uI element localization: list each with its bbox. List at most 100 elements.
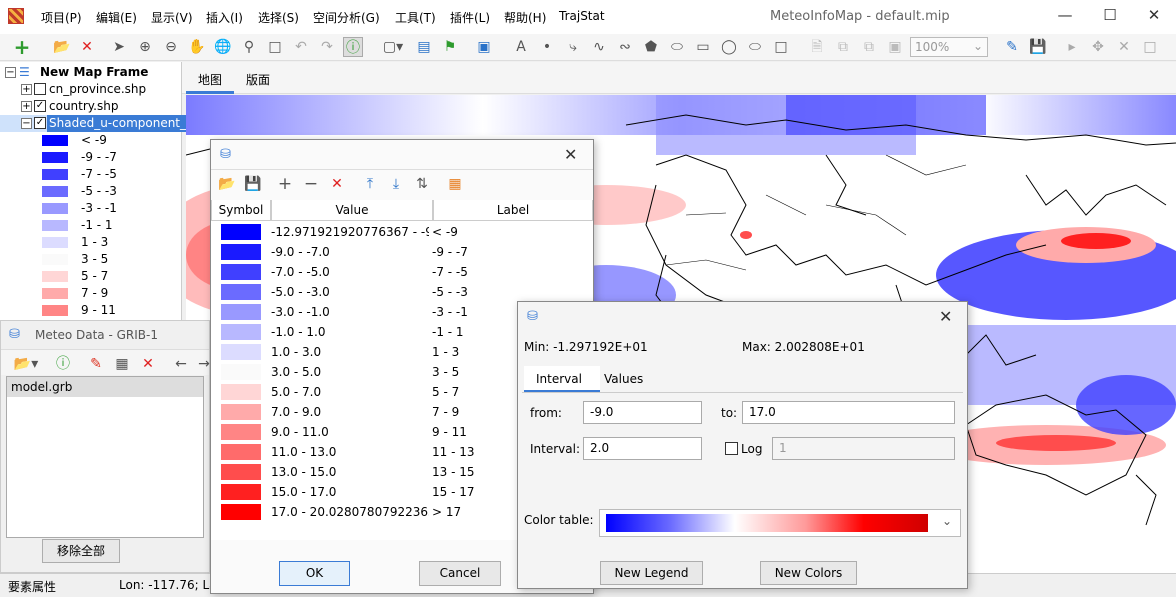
label-cell[interactable]: 3 - 5: [432, 365, 459, 379]
value-cell[interactable]: -1.0 - 1.0: [271, 325, 429, 339]
value-cell[interactable]: -9.0 - -7.0: [271, 245, 429, 259]
label-cell[interactable]: 15 - 17: [432, 485, 475, 499]
menu-spatial-analysis[interactable]: 空间分析(G): [313, 9, 380, 26]
sort-icon[interactable]: ⇅: [412, 174, 432, 194]
symbol-swatch[interactable]: [221, 324, 261, 340]
polygon-tool-icon[interactable]: ⬟: [641, 37, 661, 57]
log-base-field[interactable]: 1: [772, 437, 955, 460]
collapse-icon[interactable]: −: [5, 67, 16, 78]
move-up-icon[interactable]: ⤒: [360, 174, 380, 194]
vertex-edit-icon[interactable]: □: [1140, 37, 1160, 57]
freehand-tool-icon[interactable]: ∿: [589, 37, 609, 57]
label-tag-icon[interactable]: ⚑: [440, 37, 460, 57]
label-cell[interactable]: > 17: [432, 505, 461, 519]
legend-entry[interactable]: -1 - 1: [0, 217, 180, 234]
symbol-swatch[interactable]: [221, 284, 261, 300]
legend-entry[interactable]: -3 - -1: [0, 200, 180, 217]
label-cell[interactable]: 11 - 13: [432, 445, 475, 459]
color-table-select[interactable]: ⌄: [599, 509, 961, 537]
curve-polygon-tool-icon[interactable]: ⬭: [667, 37, 687, 57]
move-down-icon[interactable]: ⤓: [386, 174, 406, 194]
delete-feature-icon[interactable]: ✕: [1114, 37, 1134, 57]
add-layer-icon[interactable]: +: [12, 37, 32, 57]
table-icon[interactable]: ▦: [112, 354, 132, 374]
close-icon[interactable]: ✕: [939, 307, 952, 326]
symbol-swatch[interactable]: [221, 264, 261, 280]
value-cell[interactable]: 13.0 - 15.0: [271, 465, 429, 479]
image-icon[interactable]: ▣: [474, 37, 494, 57]
expand-icon[interactable]: +: [21, 84, 32, 95]
color-scheme-icon[interactable]: ▦: [445, 174, 465, 194]
remove-all-button[interactable]: 移除全部: [42, 539, 120, 563]
data-file-list[interactable]: model.grb: [6, 376, 204, 538]
table-row[interactable]: -7.0 - -5.0 -7 - -5: [211, 262, 593, 282]
label-cell[interactable]: -1 - 1: [432, 325, 464, 339]
add-row-icon[interactable]: +: [275, 174, 295, 194]
menu-insert[interactable]: 插入(I): [206, 9, 243, 26]
symbol-swatch[interactable]: [221, 244, 261, 260]
collapse-icon[interactable]: −: [21, 118, 32, 129]
full-extent-globe-icon[interactable]: 🌐: [213, 37, 233, 57]
legend-entry[interactable]: 7 - 9: [0, 285, 180, 302]
value-cell[interactable]: 7.0 - 9.0: [271, 405, 429, 419]
magnifier-icon[interactable]: ⚲: [239, 37, 259, 57]
point-tool-icon[interactable]: •: [537, 37, 557, 57]
label-cell[interactable]: 7 - 9: [432, 405, 459, 419]
menu-tools[interactable]: 工具(T): [395, 9, 436, 26]
select-features-icon[interactable]: ▢▾: [378, 37, 408, 57]
symbol-swatch[interactable]: [221, 344, 261, 360]
new-file-icon[interactable]: 🗎: [807, 37, 827, 57]
curve-tool-icon[interactable]: ∾: [615, 37, 635, 57]
label-cell[interactable]: -5 - -3: [432, 285, 468, 299]
value-cell[interactable]: -12.971921920776367 - -9.0: [271, 225, 429, 239]
legend-entry[interactable]: 9 - 11: [0, 302, 180, 319]
attribute-table-icon[interactable]: ▤: [414, 37, 434, 57]
remove-layer-icon[interactable]: ✕: [77, 37, 97, 57]
fit-icon[interactable]: ▣: [885, 37, 905, 57]
table-row[interactable]: -12.971921920776367 - -9.0 < -9: [211, 222, 593, 242]
layer-node-country[interactable]: + ✓ country.shp: [0, 98, 180, 115]
layer-node-cn-province[interactable]: + cn_province.shp: [0, 81, 180, 98]
zoom-level-select[interactable]: 100% ⌄: [910, 37, 988, 57]
symbol-swatch[interactable]: [221, 304, 261, 320]
info-icon[interactable]: ⓘ: [53, 354, 73, 374]
legend-entry[interactable]: 1 - 3: [0, 234, 180, 251]
menu-trajstat[interactable]: TrajStat: [559, 9, 605, 23]
open-folder-icon[interactable]: 📂: [52, 37, 72, 57]
value-cell[interactable]: 15.0 - 17.0: [271, 485, 429, 499]
value-cell[interactable]: 9.0 - 11.0: [271, 425, 429, 439]
label-cell[interactable]: < -9: [432, 225, 458, 239]
identify-icon[interactable]: ⓘ: [343, 37, 363, 57]
value-cell[interactable]: 1.0 - 3.0: [271, 345, 429, 359]
legend-entry[interactable]: -7 - -5: [0, 166, 180, 183]
open-folder-icon[interactable]: 📂▾: [11, 354, 41, 374]
maximize-icon[interactable]: ☐: [1100, 6, 1120, 26]
close-icon[interactable]: ✕: [564, 145, 577, 164]
value-cell[interactable]: 17.0 - 20.028078079223633: [271, 505, 429, 519]
menu-plugins[interactable]: 插件(L): [450, 9, 490, 26]
layer-visibility-checkbox[interactable]: ✓: [34, 117, 46, 129]
legend-entry[interactable]: -5 - -3: [0, 183, 180, 200]
symbol-swatch[interactable]: [221, 364, 261, 380]
label-cell[interactable]: -9 - -7: [432, 245, 468, 259]
play-icon[interactable]: ▸: [1062, 37, 1082, 57]
menu-edit[interactable]: 编辑(E): [96, 9, 137, 26]
move-feature-icon[interactable]: ✥: [1088, 37, 1108, 57]
cancel-button[interactable]: Cancel: [419, 561, 501, 586]
edit-pencil-icon[interactable]: ✎: [1002, 37, 1022, 57]
value-cell[interactable]: 11.0 - 13.0: [271, 445, 429, 459]
save-edits-icon[interactable]: 💾: [1028, 37, 1048, 57]
interval-field[interactable]: 2.0: [583, 437, 702, 460]
value-cell[interactable]: -3.0 - -1.0: [271, 305, 429, 319]
close-icon[interactable]: ✕: [1144, 6, 1164, 26]
symbol-swatch[interactable]: [221, 444, 261, 460]
edit-vertices-icon[interactable]: □: [771, 37, 791, 57]
menu-select[interactable]: 选择(S): [258, 9, 299, 26]
new-colors-button[interactable]: New Colors: [760, 561, 857, 585]
layer-visibility-checkbox[interactable]: [34, 83, 46, 95]
value-cell[interactable]: 5.0 - 7.0: [271, 385, 429, 399]
table-row[interactable]: -9.0 - -7.0 -9 - -7: [211, 242, 593, 262]
label-cell[interactable]: 9 - 11: [432, 425, 467, 439]
log-checkbox[interactable]: [725, 442, 738, 455]
arrow-left-icon[interactable]: ←: [171, 354, 191, 374]
